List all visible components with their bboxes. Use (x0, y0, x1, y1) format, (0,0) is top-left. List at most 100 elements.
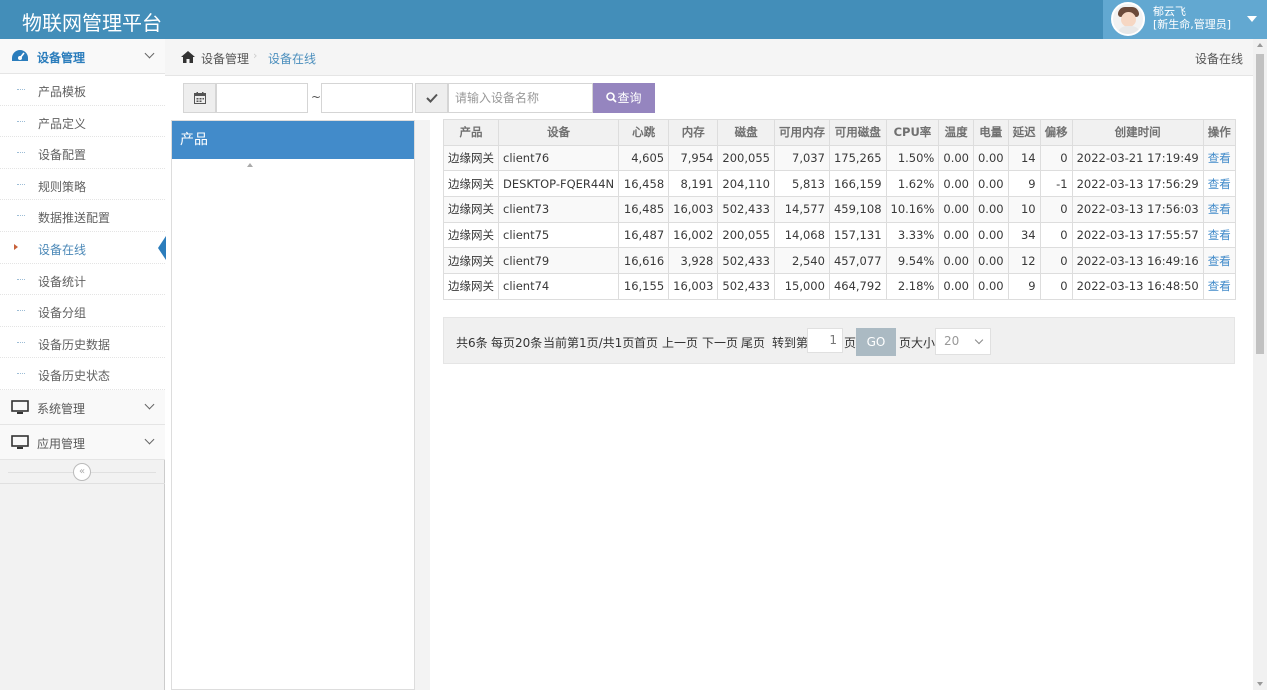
page-size-value: 20 (944, 334, 960, 348)
sidebar-item-device-config[interactable]: 设备配置 (0, 137, 165, 169)
device-submenu: 产品模板 产品定义 设备配置 规则策略 数据推送配置 设备在线 设备统计 设备分… (0, 74, 166, 390)
view-link[interactable]: 查看 (1202, 196, 1236, 223)
table-cell: 7,037 (773, 144, 830, 172)
column-header[interactable]: 磁盘 (717, 119, 775, 146)
view-link[interactable]: 查看 (1202, 247, 1236, 275)
view-link[interactable]: 查看 (1202, 170, 1236, 198)
column-header[interactable]: CPU率 (885, 119, 940, 146)
pager-per-page: 每页20条 (491, 336, 543, 350)
check-icon (426, 93, 438, 103)
query-button[interactable]: 查询 (593, 83, 655, 113)
column-header[interactable]: 设备 (497, 119, 620, 146)
sidebar-item-label: 数据推送配置 (38, 211, 111, 226)
table-cell: 9 (1007, 273, 1041, 300)
table-header-row: 产品 设备 心跳 内存 磁盘 可用内存 可用磁盘 CPU率 温度 电量 延迟 偏… (443, 119, 1236, 146)
scroll-up-icon[interactable] (247, 163, 253, 167)
table-row[interactable]: 边缘网关 client76 4,605 7,954 200,055 7,037 175,26… (443, 144, 1236, 172)
column-header[interactable]: 产品 (443, 119, 499, 146)
sidebar-item-data-push-config[interactable]: 数据推送配置 (0, 200, 165, 232)
user-info[interactable]: 郁云飞 [新生命,管理员] (1153, 5, 1231, 31)
table-row[interactable]: 边缘网关 client75 16,487 16,002 200,055 14,068 157… (443, 221, 1236, 249)
table-cell: 3.33% (885, 221, 940, 249)
check-addon (415, 83, 448, 113)
view-link[interactable]: 查看 (1202, 221, 1236, 249)
menu-system-management[interactable]: 系统管理 (0, 390, 165, 425)
page-number-input[interactable]: 1 (807, 328, 843, 353)
home-icon[interactable] (180, 50, 196, 67)
go-button[interactable]: GO (856, 328, 896, 356)
page-scrollbar[interactable] (1253, 39, 1267, 690)
column-header[interactable]: 延迟 (1007, 119, 1041, 146)
sidebar-item-device-group[interactable]: 设备分组 (0, 295, 165, 327)
table-cell: 7,954 (668, 144, 719, 172)
breadcrumb-root[interactable]: 设备管理 (201, 50, 249, 67)
table-cell: 16,487 (618, 221, 670, 249)
column-header[interactable]: 温度 (938, 119, 974, 146)
table-cell: 0.00 (972, 221, 1009, 249)
table-cell: 5,813 (773, 170, 830, 198)
pager-goto-suffix: 页 (844, 336, 857, 350)
pager-current: 当前第1页/共1页 (543, 336, 635, 350)
table-row[interactable]: 边缘网关 client79 16,616 3,928 502,433 2,540 457,0… (443, 247, 1236, 275)
sidebar-item-label: 设备统计 (38, 274, 87, 289)
start-date-input[interactable] (216, 83, 308, 113)
device-online-table: 产品 设备 心跳 内存 磁盘 可用内存 可用磁盘 CPU率 温度 电量 延迟 偏… (443, 119, 1236, 300)
scroll-down-icon[interactable] (1257, 682, 1263, 686)
table-cell: 8,191 (668, 170, 719, 198)
pager-prev-link[interactable]: 上一页 (662, 334, 698, 351)
table-cell: 0 (1039, 273, 1073, 300)
menu-device-management[interactable]: 设备管理 (0, 39, 165, 74)
page-size-select[interactable]: 20 (935, 328, 991, 355)
table-cell: 边缘网关 (443, 144, 499, 172)
user-avatar[interactable] (1111, 2, 1145, 36)
sidebar-item-product-template[interactable]: 产品模板 (0, 74, 165, 106)
table-cell: -1 (1039, 170, 1073, 198)
caret-down-icon[interactable] (1247, 16, 1257, 22)
column-header[interactable]: 电量 (972, 119, 1009, 146)
breadcrumb-current: 设备在线 (268, 52, 317, 66)
column-header[interactable]: 内存 (668, 119, 719, 146)
column-header[interactable]: 可用磁盘 (828, 119, 887, 146)
user-menu[interactable]: 郁云飞 [新生命,管理员] (1103, 0, 1267, 39)
table-row[interactable]: 边缘网关 client73 16,485 16,003 502,433 14,577 459… (443, 196, 1236, 223)
menu-app-management[interactable]: 应用管理 (0, 425, 165, 460)
column-header[interactable]: 可用内存 (773, 119, 830, 146)
table-cell: 0.00 (938, 170, 974, 198)
table-cell: 502,433 (717, 273, 775, 300)
sidebar-item-rule-strategy[interactable]: 规则策略 (0, 169, 165, 201)
table-cell: 200,055 (717, 144, 775, 172)
view-link[interactable]: 查看 (1202, 144, 1236, 172)
table-cell: 200,055 (717, 221, 775, 249)
menu-label: 应用管理 (37, 437, 86, 451)
column-header[interactable]: 创建时间 (1071, 119, 1204, 146)
view-link[interactable]: 查看 (1202, 273, 1236, 300)
sidebar-item-device-statistics[interactable]: 设备统计 (0, 264, 165, 296)
date-range-separator: ~ (311, 90, 322, 104)
table-cell: 2022-03-13 17:56:29 (1071, 170, 1204, 198)
table-cell: 14 (1007, 144, 1041, 172)
app-title[interactable]: 物联网管理平台 (22, 7, 162, 36)
device-name-input[interactable]: 请输入设备名称 (448, 83, 593, 113)
table-cell: 34 (1007, 221, 1041, 249)
query-button-label: 查询 (617, 91, 642, 105)
table-row[interactable]: 边缘网关 DESKTOP-FQER44N 16,458 8,191 204,110 5,8… (443, 170, 1236, 198)
table-cell: 166,159 (828, 170, 887, 198)
column-header[interactable]: 偏移 (1039, 119, 1073, 146)
scroll-up-icon[interactable] (1257, 43, 1263, 47)
table-cell: 464,792 (828, 273, 887, 300)
product-panel-title[interactable]: 产品 (172, 121, 414, 159)
column-header[interactable]: 心跳 (618, 119, 670, 146)
pager-first-link[interactable]: 首页 (634, 334, 658, 351)
sidebar-item-device-history-status[interactable]: 设备历史状态 (0, 358, 165, 390)
table-cell: 2,540 (773, 247, 830, 275)
end-date-input[interactable] (321, 83, 413, 113)
collapse-sidebar-icon[interactable]: « (73, 463, 91, 481)
pager-next-link[interactable]: 下一页 (702, 334, 738, 351)
table-cell: 15,000 (773, 273, 830, 300)
table-row[interactable]: 边缘网关 client74 16,155 16,003 502,433 15,000 464… (443, 273, 1236, 300)
sidebar-item-product-definition[interactable]: 产品定义 (0, 106, 165, 138)
scrollbar-thumb[interactable] (1256, 54, 1264, 354)
sidebar-item-device-history-data[interactable]: 设备历史数据 (0, 327, 165, 359)
sidebar-item-device-online[interactable]: 设备在线 (0, 232, 166, 264)
pager-last-link[interactable]: 尾页 (741, 334, 765, 351)
